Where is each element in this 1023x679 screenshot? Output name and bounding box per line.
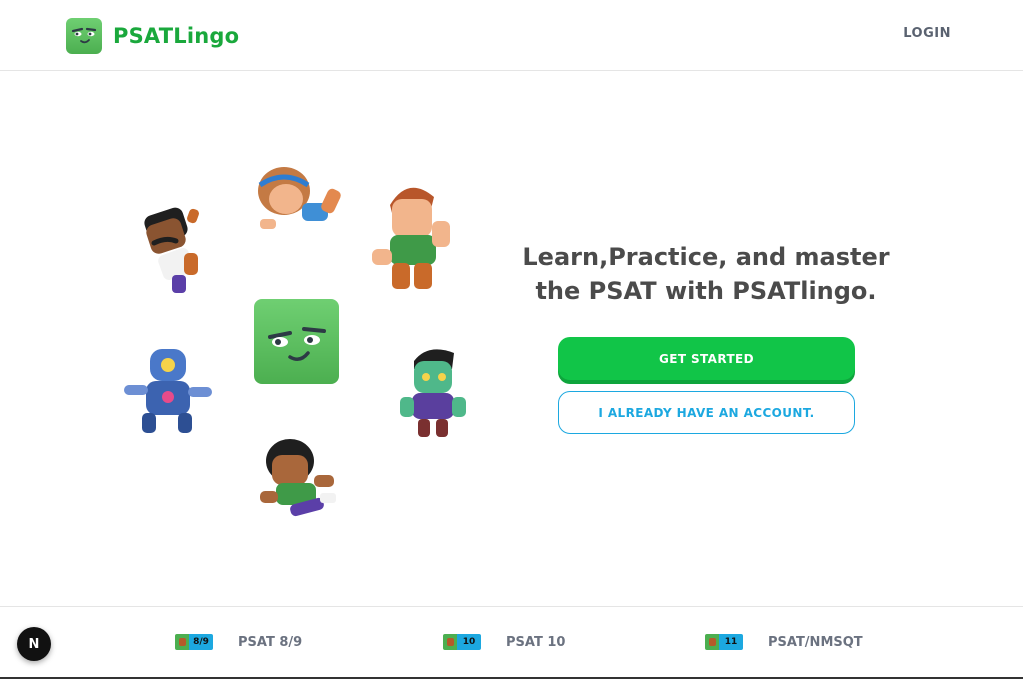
- footer-item-label: PSAT 10: [506, 634, 566, 650]
- exam-badge: 11: [705, 634, 743, 650]
- character-mustache-icon: [144, 207, 199, 293]
- brand-name: PSATLingo: [113, 24, 240, 48]
- brand-logo-link[interactable]: PSATLingo: [66, 18, 239, 54]
- hero-headline: Learn,Practice, and master the PSAT with…: [522, 243, 890, 305]
- get-started-button[interactable]: GET STARTED: [558, 337, 855, 380]
- character-headband-girl-icon: [258, 167, 341, 229]
- character-girl-runner-icon: [260, 439, 336, 517]
- hero-illustration: [110, 155, 480, 535]
- nextjs-dev-badge-icon[interactable]: N: [17, 627, 51, 661]
- character-zombie-icon: [400, 349, 466, 437]
- mascot-flag-icon: [443, 634, 457, 650]
- exam-badge-number: 11: [719, 634, 743, 650]
- mascot-logo-icon: [66, 18, 102, 54]
- mascot-flag-icon: [175, 634, 189, 650]
- exam-badge: 8/9: [175, 634, 213, 650]
- already-have-account-button[interactable]: I ALREADY HAVE AN ACCOUNT.: [558, 391, 855, 434]
- footer-item-psat-10[interactable]: 10 PSAT 10: [443, 634, 565, 650]
- exam-badge-number: 8/9: [189, 634, 213, 650]
- top-navbar: PSATLingo LOGIN: [0, 0, 1023, 71]
- footer-item-label: PSAT/NMSQT: [768, 634, 863, 650]
- character-redhead-boy-icon: [372, 187, 450, 289]
- footer-item-psat-8-9[interactable]: 8/9 PSAT 8/9: [175, 634, 302, 650]
- mascot-center-icon: [254, 299, 339, 384]
- login-link[interactable]: LOGIN: [903, 26, 951, 41]
- character-robot-icon: [124, 349, 212, 433]
- exam-badge-number: 10: [457, 634, 481, 650]
- footer-exam-list: 8/9 PSAT 8/9 10 PSAT 10 11 PSAT/NMSQT: [0, 606, 1023, 679]
- exam-badge: 10: [443, 634, 481, 650]
- footer-item-label: PSAT 8/9: [238, 634, 303, 650]
- mascot-flag-icon: [705, 634, 719, 650]
- footer-item-psat-nmsqt[interactable]: 11 PSAT/NMSQT: [705, 634, 863, 650]
